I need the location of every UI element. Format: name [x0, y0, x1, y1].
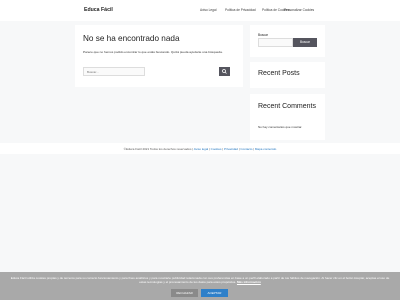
- footer-copyright: ©Educa Fácil 2021 Todos los derechos res…: [123, 146, 194, 151]
- site-title[interactable]: Educa Fácil: [84, 7, 113, 13]
- cookie-banner: Educa Fácil utiliza cookies propias y de…: [0, 272, 400, 300]
- footer-link-privacidad[interactable]: Privacidad: [224, 147, 238, 151]
- search-widget: Buscar Buscar: [250, 25, 325, 57]
- nav-item-aviso-legal[interactable]: Aviso Legal: [200, 8, 216, 12]
- cookie-message: Educa Fácil utiliza cookies propias y de…: [10, 276, 390, 285]
- cookie-more-info-link[interactable]: Más información: [237, 280, 261, 284]
- no-results-card: No se ha encontrado nada Parece que no h…: [75, 25, 243, 87]
- footer-link-cookies[interactable]: Cookies: [211, 147, 222, 151]
- sidebar-search-input[interactable]: [258, 38, 293, 47]
- search-input[interactable]: [83, 67, 145, 76]
- footer-link-contacto[interactable]: Contacto: [240, 147, 252, 151]
- search-widget-label: Buscar: [258, 33, 268, 37]
- cookie-banner-text: Educa Fácil utiliza cookies propias y de…: [9, 276, 391, 285]
- cookie-accept-button[interactable]: ACEPTAR: [201, 289, 228, 297]
- recent-posts-widget: Recent Posts: [250, 62, 325, 88]
- recent-posts-title: Recent Posts: [258, 70, 300, 77]
- search-button[interactable]: [219, 67, 230, 76]
- nav-item-privacidad[interactable]: Política de Privacidad: [225, 8, 256, 12]
- footer-link-aviso-legal[interactable]: Aviso legal: [194, 147, 208, 151]
- no-comments-text: No hay comentarios que mostrar.: [258, 125, 303, 129]
- sidebar-search-button[interactable]: Buscar: [293, 38, 317, 47]
- recent-comments-title: Recent Comments: [258, 103, 316, 110]
- site-footer: ©Educa Fácil 2021 Todos los derechos res…: [0, 143, 400, 154]
- cookie-reject-button[interactable]: RECHAZAR: [171, 289, 198, 297]
- recent-comments-widget: Recent Comments No hay comentarios que m…: [250, 94, 325, 140]
- no-results-message: Parece que no hemos podido encontrar lo …: [83, 50, 223, 54]
- page-title: No se ha encontrado nada: [83, 34, 180, 43]
- site-header: Educa Fácil Aviso Legal Política de Priv…: [0, 0, 400, 21]
- footer-link-mapa-contenido[interactable]: Mapa contenido: [255, 147, 276, 151]
- search-icon: [222, 69, 227, 74]
- footer-text: ©Educa Fácil 2021 Todos los derechos res…: [0, 147, 400, 151]
- nav-item-personalizar-cookies[interactable]: Personalizar Cookies: [284, 8, 314, 12]
